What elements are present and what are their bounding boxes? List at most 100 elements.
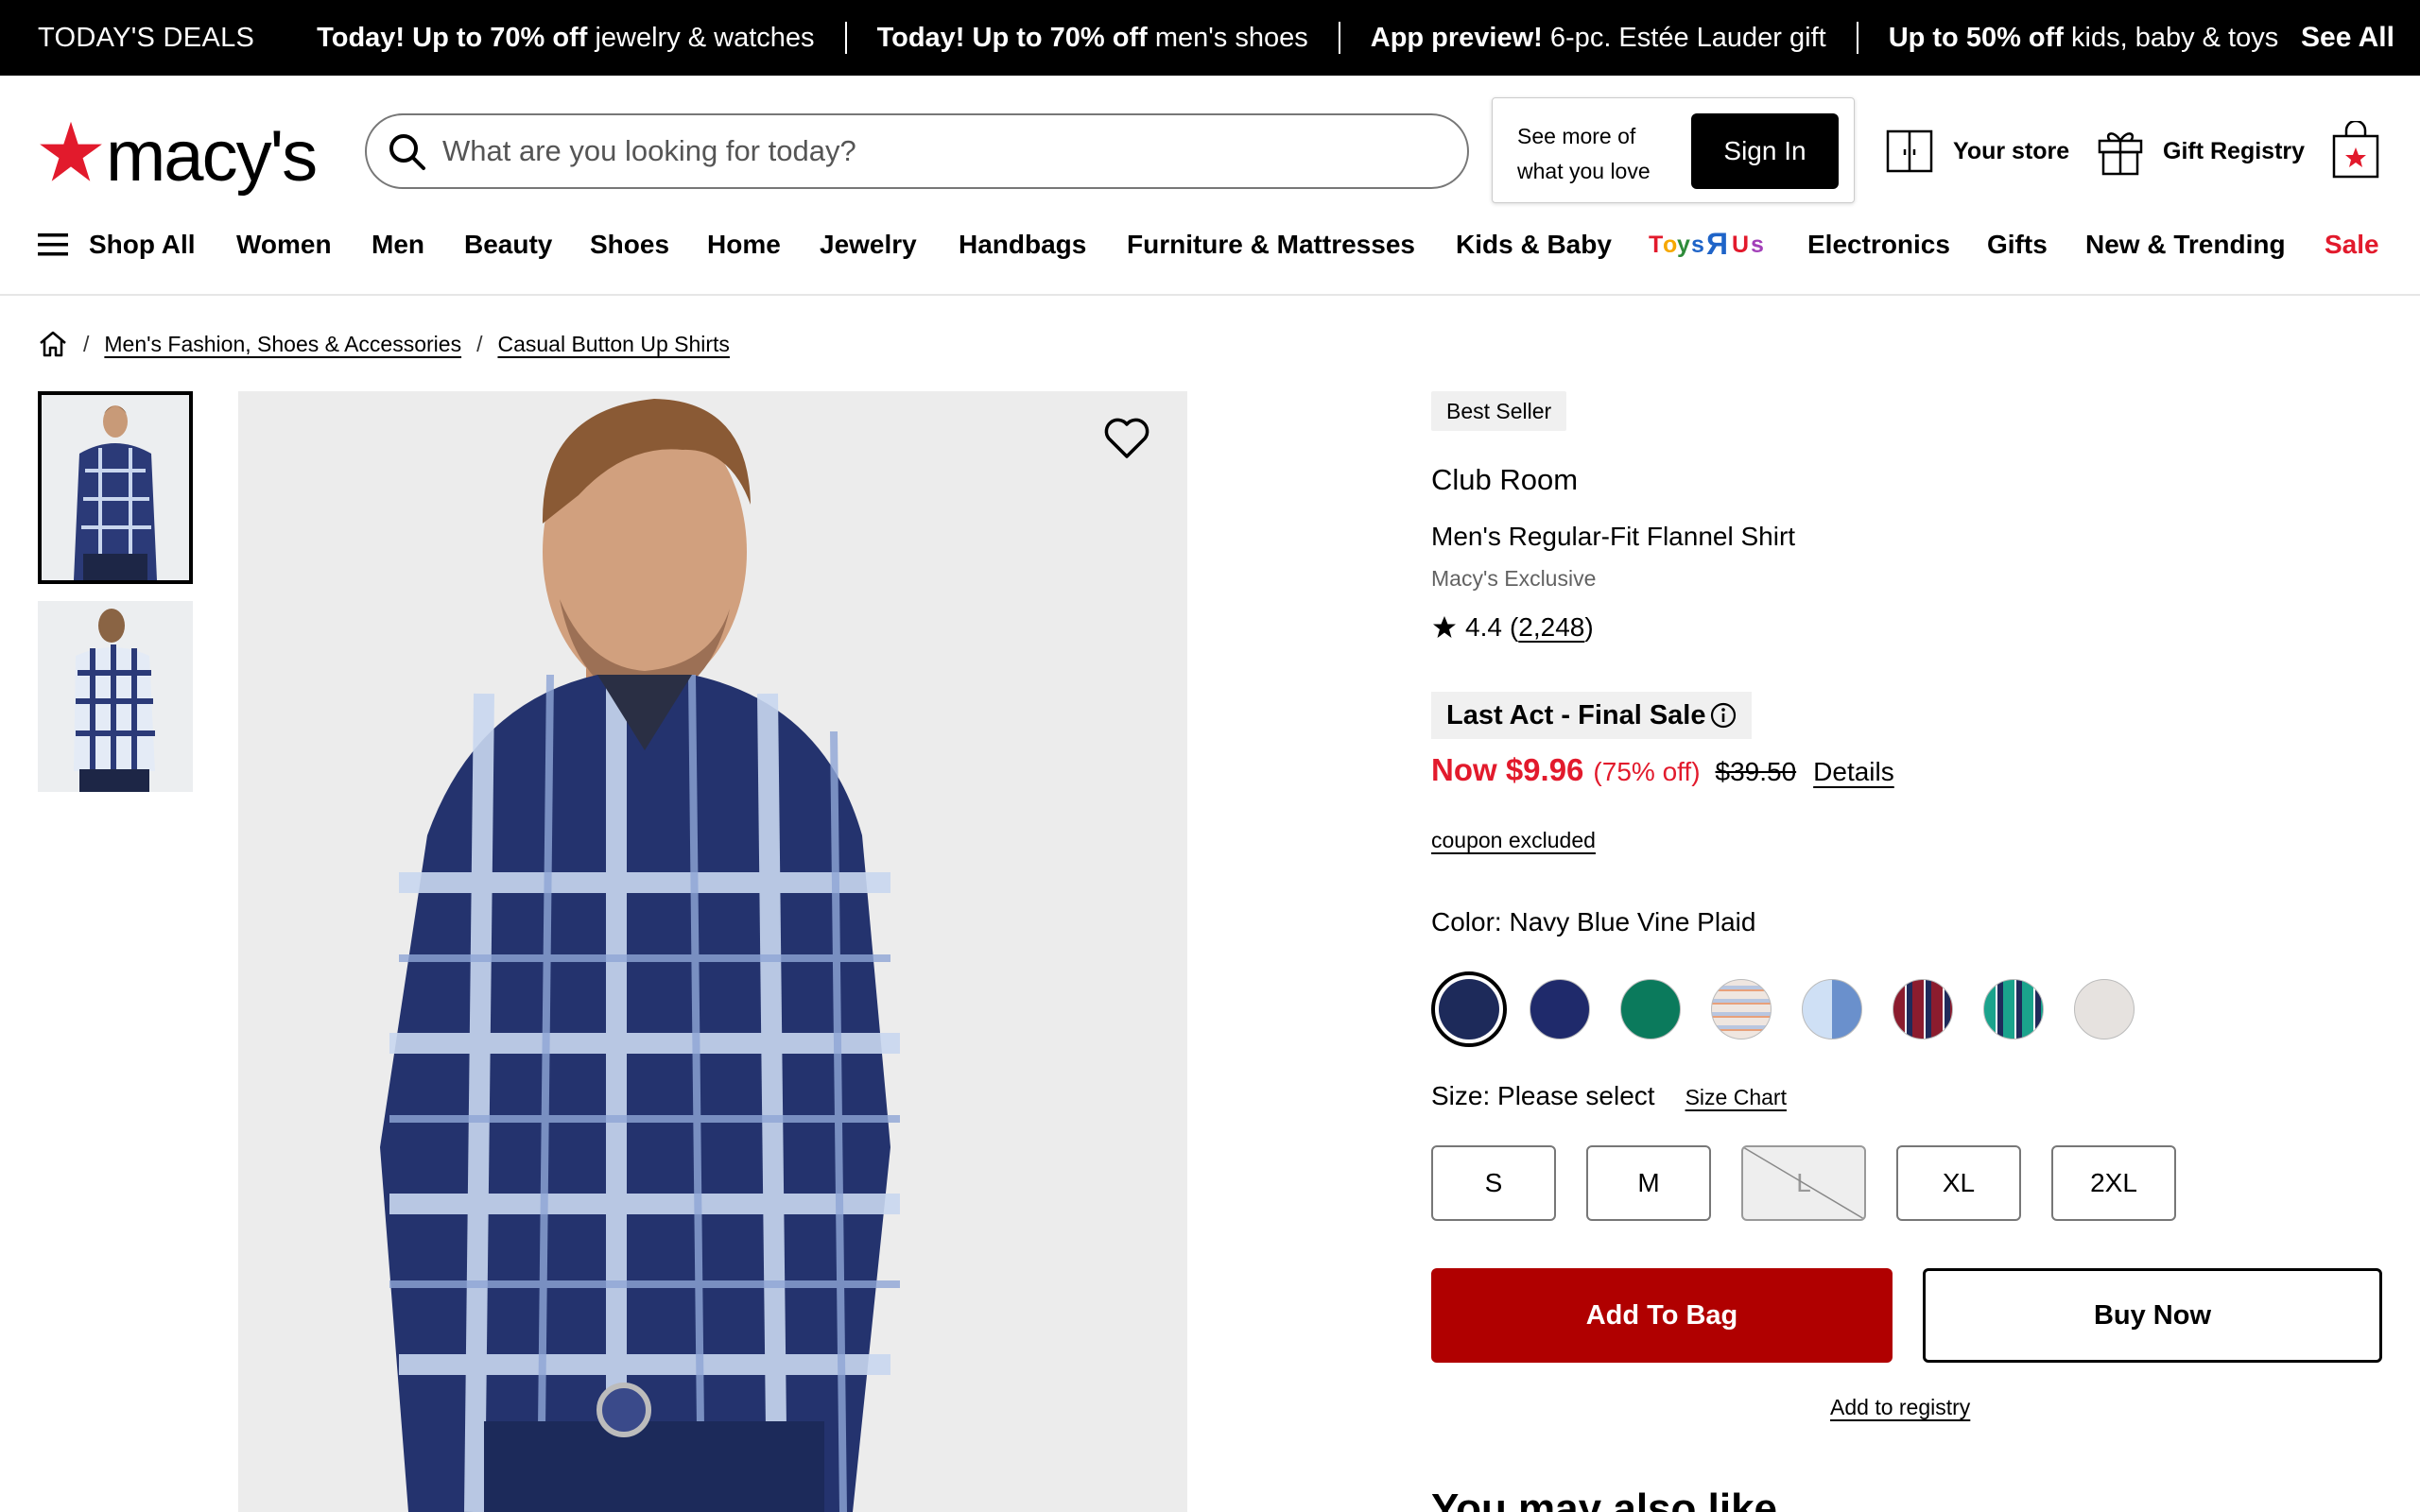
- deal-link[interactable]: Up to 50% off kids, baby & toys: [1889, 23, 2279, 54]
- color-swatch-light-grey[interactable]: [2074, 979, 2135, 1040]
- star-logo-icon: [40, 121, 102, 181]
- add-to-registry-link[interactable]: Add to registry: [1830, 1395, 1970, 1420]
- your-store-link[interactable]: Your store: [1885, 123, 2069, 180]
- nav-electronics[interactable]: Electronics: [1807, 230, 1950, 260]
- search-bar[interactable]: [365, 113, 1469, 189]
- color-swatch-green[interactable]: [1620, 979, 1681, 1040]
- breadcrumb-link[interactable]: Casual Button Up Shirts: [497, 332, 729, 357]
- unavailable-slash: [1743, 1147, 1864, 1219]
- nav-gifts[interactable]: Gifts: [1987, 230, 2048, 260]
- price-details-link[interactable]: Details: [1813, 757, 1894, 787]
- product-main-image[interactable]: [238, 391, 1187, 1512]
- shop-all-menu[interactable]: Shop All: [38, 230, 196, 260]
- sale-price: Now $9.96: [1431, 752, 1584, 787]
- original-price: $39.50: [1715, 757, 1797, 786]
- color-label: Color: Navy Blue Vine Plaid: [1431, 907, 1756, 936]
- product-thumbnail-front[interactable]: [38, 391, 193, 584]
- nav-women[interactable]: Women: [236, 230, 332, 260]
- sign-in-button[interactable]: Sign In: [1691, 113, 1839, 189]
- signin-prompt: See more of what you love: [1517, 124, 1651, 183]
- rating-value: 4.4: [1465, 612, 1502, 642]
- you-may-also-like-heading: You may also like: [1431, 1486, 1778, 1512]
- size-option-xl[interactable]: XL: [1896, 1145, 2021, 1221]
- color-swatch-teal-plaid[interactable]: [1983, 979, 2044, 1040]
- best-seller-badge: Best Seller: [1431, 391, 1567, 431]
- size-option-m[interactable]: M: [1586, 1145, 1711, 1221]
- promo-text: Last Act - Final Sale: [1446, 699, 1706, 730]
- exclusive-label: Macy's Exclusive: [1431, 566, 1597, 591]
- nav-new-trending[interactable]: New & Trending: [2085, 230, 2286, 260]
- color-swatch-light-blue-plaid[interactable]: [1802, 979, 1862, 1040]
- color-swatch-navy-blue-vine-plaid[interactable]: [1431, 971, 1507, 1047]
- product-photo: [238, 391, 1187, 1512]
- promo-label: Last Act - Final Sale: [1431, 692, 1752, 739]
- search-input[interactable]: [442, 134, 1467, 168]
- nav-men[interactable]: Men: [372, 230, 424, 260]
- deal-divider: [844, 22, 847, 54]
- nav-handbags[interactable]: Handbags: [959, 230, 1086, 260]
- deals-bar: TODAY'S DEALS Today! Up to 70% off jewel…: [0, 0, 2420, 76]
- svg-text:U: U: [1732, 232, 1749, 258]
- rating-paren-open: (: [1509, 612, 1519, 642]
- thumbnail-image: [42, 395, 189, 580]
- breadcrumb-separator: /: [83, 331, 90, 356]
- svg-text:R: R: [1706, 227, 1728, 261]
- nav-kids-baby[interactable]: Kids & Baby: [1456, 230, 1612, 260]
- signin-popover: See more of what you love Sign In: [1492, 97, 1855, 203]
- deal-link[interactable]: App preview! 6-pc. Estée Lauder gift: [1371, 23, 1826, 54]
- shopping-bag-icon[interactable]: [2331, 121, 2380, 180]
- favorite-heart-icon[interactable]: [1102, 414, 1151, 463]
- your-store-label: Your store: [1953, 137, 2070, 164]
- nav-home[interactable]: Home: [707, 230, 781, 260]
- logo-wordmark: macy's: [106, 116, 318, 197]
- size-option-2xl[interactable]: 2XL: [2051, 1145, 2176, 1221]
- svg-text:s: s: [1751, 232, 1764, 258]
- size-option-s[interactable]: S: [1431, 1145, 1556, 1221]
- add-to-bag-button[interactable]: Add To Bag: [1431, 1268, 1893, 1363]
- deal-link[interactable]: Today! Up to 70% off jewelry & watches: [317, 23, 814, 54]
- nav-sale[interactable]: Sale: [2325, 230, 2379, 260]
- main-navigation: Shop All Women Men Beauty Shoes Home Jew…: [0, 213, 2420, 277]
- gift-registry-link[interactable]: Gift Registry: [2097, 123, 2305, 180]
- product-thumbnail-back[interactable]: [38, 601, 193, 792]
- product-brand-link[interactable]: Club Room: [1431, 463, 1578, 497]
- color-swatch-navy[interactable]: [1530, 979, 1590, 1040]
- color-swatch-red-plaid[interactable]: [1893, 979, 1953, 1040]
- store-icon: [1886, 129, 1933, 173]
- buy-now-button[interactable]: Buy Now: [1923, 1268, 2382, 1363]
- color-swatch-tan-plaid[interactable]: [1711, 979, 1772, 1040]
- coupon-excluded-link[interactable]: coupon excluded: [1431, 828, 1596, 853]
- deal-link[interactable]: Today! Up to 70% off men's shoes: [877, 23, 1308, 54]
- deal-divider: [1338, 22, 1340, 54]
- size-option-l-unavailable[interactable]: L: [1741, 1145, 1866, 1221]
- rating-paren-close: ): [1584, 612, 1594, 642]
- breadcrumb: / Men's Fashion, Shoes & Accessories / C…: [38, 327, 730, 361]
- nav-jewelry[interactable]: Jewelry: [820, 230, 917, 260]
- macys-logo[interactable]: macy's: [38, 112, 318, 197]
- hamburger-menu-icon: [38, 233, 68, 256]
- nav-toysrus-logo[interactable]: T o y s R U s: [1649, 222, 1770, 270]
- product-rating[interactable]: 4.4 (2,248): [1431, 612, 1594, 643]
- see-all-deals-link[interactable]: See All: [2301, 0, 2394, 76]
- header-divider: [0, 294, 2420, 296]
- product-name: Men's Regular-Fit Flannel Shirt: [1431, 522, 1796, 551]
- thumbnail-image: [38, 601, 193, 792]
- home-icon[interactable]: [38, 330, 68, 358]
- svg-text:s: s: [1691, 232, 1704, 258]
- breadcrumb-separator: /: [476, 331, 483, 356]
- size-label-row: Size: Please select Size Chart: [1431, 1081, 1787, 1111]
- size-chart-link[interactable]: Size Chart: [1685, 1085, 1787, 1110]
- gift-registry-label: Gift Registry: [2163, 137, 2306, 164]
- deals-label: TODAY'S DEALS: [38, 22, 255, 53]
- nav-beauty[interactable]: Beauty: [464, 230, 552, 260]
- info-icon[interactable]: [1710, 702, 1737, 729]
- nav-shoes[interactable]: Shoes: [590, 230, 669, 260]
- search-icon[interactable]: [384, 129, 431, 176]
- breadcrumb-link[interactable]: Men's Fashion, Shoes & Accessories: [104, 332, 461, 357]
- nav-furniture-mattresses[interactable]: Furniture & Mattresses: [1127, 230, 1415, 260]
- gift-icon: [2098, 132, 2143, 176]
- deal-divider: [1856, 22, 1858, 54]
- price-block: Now $9.96 (75% off) $39.50 Details: [1431, 752, 1894, 788]
- review-count-link[interactable]: 2,248: [1518, 612, 1584, 643]
- discount-percent: (75% off): [1593, 757, 1701, 786]
